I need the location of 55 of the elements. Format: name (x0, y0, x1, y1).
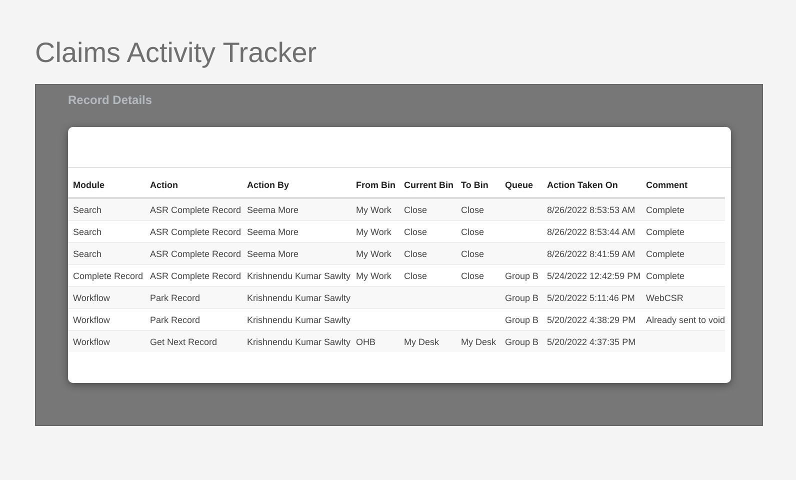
table-cell: Close (461, 226, 484, 236)
table-cell: Close (404, 204, 428, 214)
table-cell: Close (404, 226, 428, 236)
table-cell: Get Next Record (150, 336, 218, 346)
table-cell: 5/20/2022 4:37:35 PM (547, 336, 636, 346)
table-cell: Close (404, 270, 428, 280)
table-cell: 8/26/2022 8:53:53 AM (547, 204, 636, 214)
table-cell: Seema More (247, 204, 299, 214)
table-cell: Close (461, 204, 484, 214)
table-cell: Park Record (150, 314, 200, 324)
table-cell: OHB (356, 336, 376, 346)
table-cell: Search (73, 204, 102, 214)
table-cell: 5/20/2022 4:38:29 PM (547, 314, 636, 324)
table-cell: Workflow (73, 314, 110, 324)
table-cell: Krishnendu Kumar Sawlty (247, 336, 351, 346)
table-cell: Group B (505, 270, 539, 280)
table-cell: Complete (646, 226, 685, 236)
panel-title: Record Details (68, 93, 154, 109)
table-cell: WebCSR (646, 292, 684, 302)
table-cell: ASR Complete Record (150, 226, 242, 236)
table-cell: My Desk (404, 336, 440, 346)
table-cell: Complete (646, 270, 685, 280)
table-cell: My Work (356, 226, 392, 236)
table-cell: Seema More (247, 248, 299, 258)
page-title: Claims Activity Tracker (35, 36, 318, 70)
table-cell: Search (73, 226, 102, 236)
table-cell: Close (461, 248, 484, 258)
table-cell: ASR Complete Record (150, 248, 242, 258)
table-cell: 5/24/2022 12:42:59 PM (547, 270, 641, 280)
table-cell: Workflow (73, 292, 110, 302)
table-cell: Krishnendu Kumar Sawlty (247, 314, 351, 324)
table-cell: Already sent to void (646, 314, 726, 324)
table-cell: My Work (356, 248, 392, 258)
table-cell: My Work (356, 204, 392, 214)
table-cell: ASR Complete Record (150, 270, 242, 280)
table-cell: Seema More (247, 226, 299, 236)
table-cell: 8/26/2022 8:53:44 AM (547, 226, 636, 236)
table-cell: Complete (646, 204, 685, 214)
table-cell: Group B (505, 336, 539, 346)
table-cell: Close (404, 248, 428, 258)
table-cell: ASR Complete Record (150, 204, 242, 214)
table-cell: Group B (505, 292, 539, 302)
table-cell: Park Record (150, 292, 200, 302)
table-cell: Search (73, 248, 102, 258)
table-cell: 8/26/2022 8:41:59 AM (547, 248, 636, 258)
table-cell: My Work (356, 270, 392, 280)
table-cell: Krishnendu Kumar Sawlty (247, 292, 351, 302)
table-cell: Krishnendu Kumar Sawlty (247, 270, 351, 280)
table-cell: Group B (505, 314, 539, 324)
table-cell: Workflow (73, 336, 110, 346)
table-cell: Complete (646, 248, 685, 258)
table-cell: My Desk (461, 336, 496, 346)
table-cell: Complete Record (73, 270, 144, 280)
table-cell: Close (461, 270, 484, 280)
table-cell: 5/20/2022 5:11:46 PM (547, 292, 635, 302)
